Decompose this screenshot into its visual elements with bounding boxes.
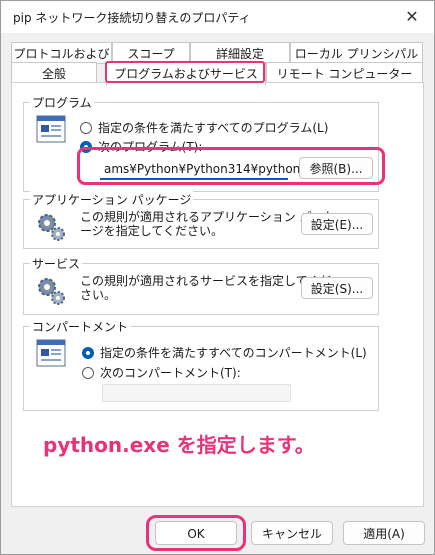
browse-button[interactable]: 参照(B)...: [299, 157, 373, 179]
services-settings-button[interactable]: 設定(S)...: [301, 277, 373, 299]
tab-general[interactable]: 全般: [11, 62, 97, 84]
radio-all-compartments-label: 指定の条件を満たすすべてのコンパートメント(L): [100, 346, 367, 360]
app-package-group: アプリケーション パッケージ この規則が適用されるアプリケーション パッケ ージ…: [23, 191, 379, 249]
tab-programs-services[interactable]: プログラムおよびサービス: [106, 62, 266, 86]
radio-this-program-dot: [80, 140, 92, 153]
gears-icon: [38, 214, 65, 241]
compartment-input[interactable]: [102, 384, 291, 402]
services-group-label: サービス: [30, 255, 83, 272]
app-package-desc-line2: ージを指定してください。: [80, 224, 224, 238]
title-bar: pip ネットワーク接続切り替えのプロパティ ✕: [1, 1, 434, 33]
program-path-input[interactable]: ams¥Python¥Python314¥python.exe: [100, 158, 325, 180]
services-desc-line2: さい。: [80, 288, 117, 302]
app-package-settings-button[interactable]: 設定(E)...: [301, 213, 373, 235]
radio-this-compartment-label: 次のコンパートメント(T):: [100, 366, 241, 380]
cancel-button[interactable]: キャンセル: [251, 521, 333, 545]
gears-icon: [38, 278, 65, 305]
program-group-label: プログラム: [30, 94, 94, 111]
radio-all-compartments[interactable]: 指定の条件を満たすすべてのコンパートメント(L): [82, 344, 367, 361]
program-group: プログラム 指定の条件を満たすすべてのプログラム(L) 次のプログラム(T): …: [23, 94, 379, 192]
tab-scope[interactable]: スコープ: [112, 42, 190, 64]
services-desc-line1: この規則が適用されるサービスを指定してくだ: [80, 274, 332, 288]
radio-this-program-label: 次のプログラム(T):: [98, 140, 203, 154]
app-package-desc-line1: この規則が適用されるアプリケーション パッケ: [80, 210, 336, 224]
radio-all-programs-dot: [80, 121, 92, 134]
close-icon[interactable]: ✕: [400, 5, 424, 29]
tab-protocols-ports[interactable]: プロトコルおよびポート: [11, 42, 112, 83]
tab-advanced[interactable]: 詳細設定: [190, 42, 290, 64]
properties-dialog: pip ネットワーク接続切り替えのプロパティ ✕ プロトコルおよびポート スコー…: [0, 0, 435, 555]
radio-all-programs[interactable]: 指定の条件を満たすすべてのプログラム(L): [80, 119, 328, 136]
window-title: pip ネットワーク接続切り替えのプロパティ: [13, 11, 251, 25]
compartment-group-label: コンパートメント: [30, 318, 131, 335]
ok-button[interactable]: OK: [155, 521, 237, 545]
tab-remote-computers[interactable]: リモート コンピューター: [266, 62, 423, 84]
services-group: サービス この規則が適用されるサービスを指定してくだ さい。 設定(S)...: [23, 255, 379, 315]
radio-this-program[interactable]: 次のプログラム(T):: [80, 138, 202, 155]
radio-this-compartment[interactable]: 次のコンパートメント(T):: [82, 364, 241, 381]
tab-local-principals[interactable]: ローカル プリンシパル: [290, 42, 423, 64]
app-package-group-label: アプリケーション パッケージ: [30, 191, 194, 208]
apply-button[interactable]: 適用(A): [343, 521, 425, 545]
radio-this-compartment-dot: [82, 366, 94, 379]
annotation-text: python.exe を指定します。: [43, 433, 315, 457]
program-window-icon: [36, 115, 66, 143]
compartment-window-icon: [36, 339, 66, 367]
compartment-group: コンパートメント 指定の条件を満たすすべてのコンパートメント(L) 次のコンパー…: [23, 318, 379, 411]
radio-all-compartments-dot: [82, 346, 94, 359]
radio-all-programs-label: 指定の条件を満たすすべてのプログラム(L): [98, 121, 329, 135]
